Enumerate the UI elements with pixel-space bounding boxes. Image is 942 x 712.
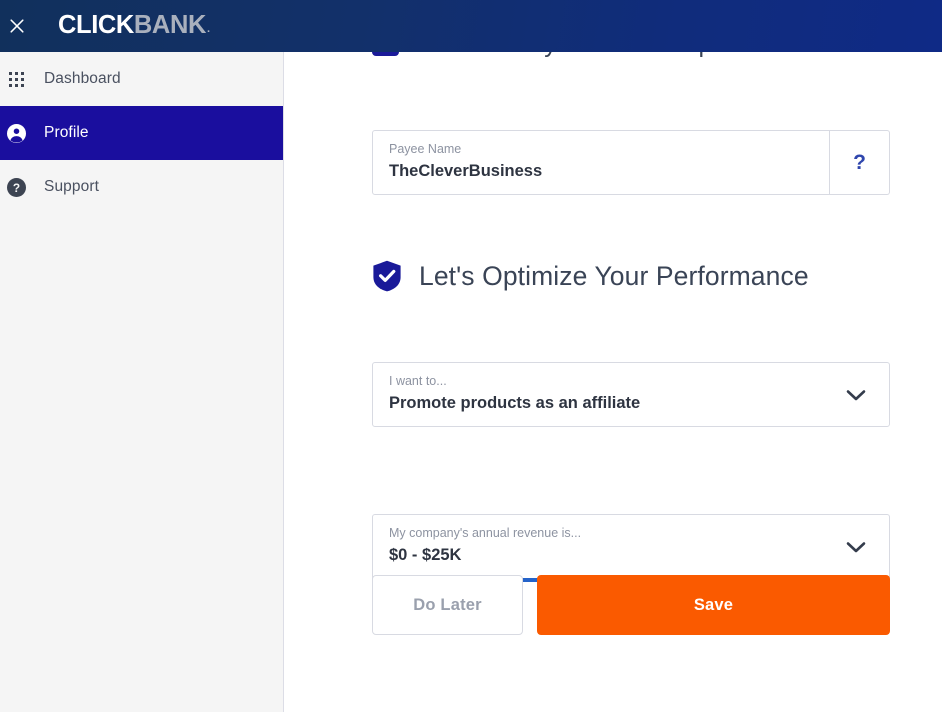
sidebar-item-label: Dashboard <box>44 70 121 87</box>
main-content: How would you like to be paid? Payee Nam… <box>284 52 942 712</box>
sidebar-item-dashboard[interactable]: Dashboard <box>0 52 283 106</box>
sidebar-item-profile[interactable]: Profile <box>0 106 283 160</box>
intent-select-label: I want to... <box>389 374 447 388</box>
do-later-label: Do Later <box>413 595 482 614</box>
optimize-section-heading: Let's Optimize Your Performance <box>372 260 809 292</box>
question-circle-icon: ? <box>2 177 30 197</box>
sidebar-item-support[interactable]: ? Support <box>0 160 283 214</box>
credit-card-icon <box>372 52 399 56</box>
app-root: CLICK BANK. Dashboard Profile ? Support … <box>0 0 942 712</box>
svg-text:?: ? <box>12 180 19 194</box>
chevron-down-icon <box>846 541 866 552</box>
clickbank-logo: CLICK BANK. <box>58 13 210 39</box>
payee-name-label: Payee Name <box>389 142 462 156</box>
shield-check-icon <box>373 260 401 292</box>
revenue-select[interactable]: My company's annual revenue is... $0 - $… <box>372 514 890 581</box>
logo-click-text: CLICK <box>58 11 134 40</box>
question-mark-icon: ? <box>853 150 866 174</box>
sidebar-item-label: Support <box>44 178 99 195</box>
save-button[interactable]: Save <box>537 575 890 635</box>
intent-select[interactable]: I want to... Promote products as an affi… <box>372 362 890 427</box>
close-icon <box>10 19 24 33</box>
grid-icon <box>2 71 30 87</box>
save-label: Save <box>693 595 734 614</box>
sidebar-navigation: Dashboard Profile ? Support <box>0 52 284 712</box>
form-actions: Do Later Save <box>372 575 890 635</box>
optimize-section-title: Let's Optimize Your Performance <box>419 260 809 291</box>
top-header-bar: CLICK BANK. <box>0 0 942 52</box>
payee-name-field[interactable]: Payee Name TheCleverBusiness <box>372 130 830 195</box>
payment-section-title: How would you like to be paid? <box>415 52 760 59</box>
payment-section-heading: How would you like to be paid? <box>372 52 760 59</box>
close-button[interactable] <box>2 11 32 41</box>
logo-bank-text: BANK <box>133 11 206 40</box>
do-later-button[interactable]: Do Later <box>372 575 523 635</box>
user-circle-icon <box>2 123 30 143</box>
sidebar-item-label: Profile <box>44 124 89 141</box>
revenue-select-value: $0 - $25K <box>389 546 462 564</box>
intent-select-value: Promote products as an affiliate <box>389 394 641 412</box>
logo-trademark: . <box>206 23 210 36</box>
payee-name-row: Payee Name TheCleverBusiness ? <box>372 130 890 195</box>
payee-name-value: TheCleverBusiness <box>389 162 543 180</box>
revenue-select-label: My company's annual revenue is... <box>389 526 582 540</box>
chevron-down-icon <box>846 389 866 400</box>
payee-help-button[interactable]: ? <box>830 130 890 195</box>
